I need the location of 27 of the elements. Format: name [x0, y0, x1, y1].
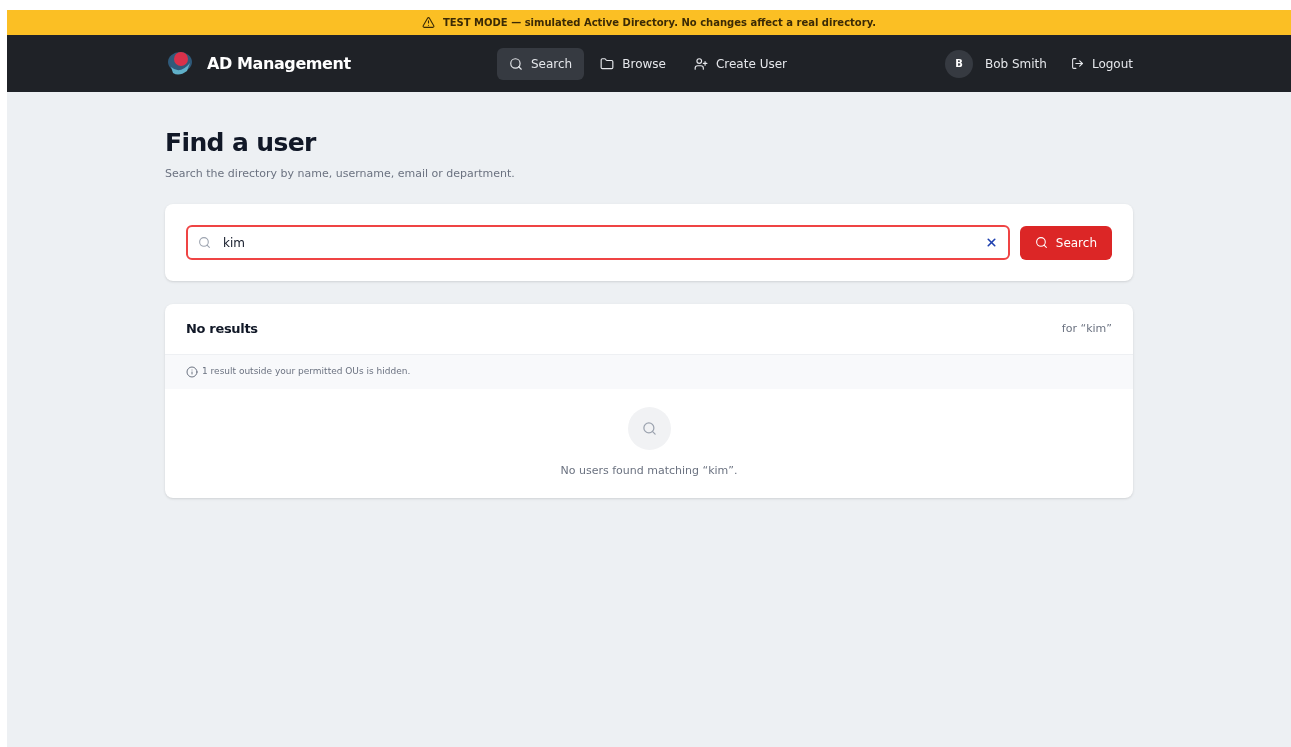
results-title: No results	[186, 320, 258, 339]
warning-icon	[421, 16, 435, 29]
search-input[interactable]: kim	[223, 233, 973, 252]
brand-name: AD Management	[207, 52, 351, 75]
logout-icon	[1070, 57, 1084, 70]
info-icon	[186, 366, 198, 378]
search-icon	[509, 56, 523, 71]
logout-button[interactable]: Logout	[1070, 54, 1133, 73]
nav-tab[interactable]: Browse	[588, 47, 678, 80]
nav-tab[interactable]: Create User	[681, 47, 799, 80]
query-note: for “kim”	[1061, 320, 1112, 337]
search-icon	[198, 236, 211, 249]
folder-icon	[600, 56, 615, 71]
empty-search-icon	[627, 407, 671, 450]
notice-text: 1 result outside your permitted OUs is hidden.	[202, 365, 411, 379]
page-title: Find a user	[165, 127, 318, 159]
search-field[interactable]: kim	[186, 225, 1010, 260]
page-subtitle: Search the directory by name, username, email or department.	[165, 165, 516, 182]
user-name: Bob Smith	[984, 55, 1047, 73]
user-plus-icon	[693, 56, 708, 71]
search-icon	[1034, 236, 1048, 249]
search-button[interactable]: Search	[1019, 225, 1112, 260]
clear-icon[interactable]	[984, 236, 998, 249]
nav-tab[interactable]: Search	[497, 47, 585, 80]
empty-message: No users found matching “kim”.	[560, 463, 738, 479]
user-avatar: B	[944, 49, 973, 78]
banner-text: TEST MODE — simulated Active Directory. No changes affect a real directory.	[442, 16, 877, 30]
